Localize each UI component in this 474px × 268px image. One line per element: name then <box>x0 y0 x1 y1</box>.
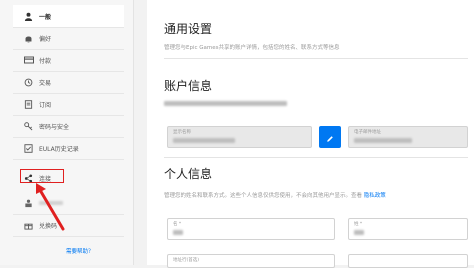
display-name-value <box>173 138 235 143</box>
general-settings-title: 通用设置 <box>164 22 213 36</box>
general-settings-desc: 管理您与Epic Games共享的账户详情，包括您的姓名、联系方式等信息 <box>164 45 340 51</box>
privacy-policy-link[interactable]: 隐私政策 <box>364 193 386 199</box>
divider <box>164 157 468 158</box>
display-name-label: 显示名称 <box>173 130 191 135</box>
personal-info-desc: 管理您的姓名和联系方式。这些个人信息仅供您使用，不会向其他用户显示。查看 隐私政… <box>164 191 386 199</box>
last-name-label: 姓 * <box>354 222 363 227</box>
edit-display-name-button[interactable] <box>319 126 341 148</box>
account-info-title: 账户信息 <box>164 79 213 93</box>
display-name-field[interactable]: 显示名称 <box>167 126 312 148</box>
email-value <box>354 138 412 143</box>
email-label: 电子邮件地址 <box>354 130 381 135</box>
email-field[interactable]: 电子邮件地址 <box>348 126 468 148</box>
personal-info-desc-text: 管理您的姓名和联系方式。这些个人信息仅供您使用，不会向其他用户显示。查看 <box>164 193 363 199</box>
address-field-2[interactable] <box>348 254 468 268</box>
first-name-label: 名 * <box>173 222 182 227</box>
personal-info-title: 个人信息 <box>164 167 213 181</box>
account-id-blurred <box>164 101 287 106</box>
annotation-arrow <box>36 183 65 231</box>
first-name-field[interactable]: 名 * <box>167 218 335 240</box>
address-field[interactable]: 地址行(首选) <box>167 254 335 268</box>
divider <box>164 58 468 59</box>
last-name-value <box>354 230 364 235</box>
last-name-field[interactable]: 姓 * <box>348 218 468 240</box>
pencil-icon <box>326 128 334 147</box>
first-name-value <box>173 230 183 235</box>
main-panel: 通用设置 管理您与Epic Games共享的账户详情，包括您的姓名、联系方式等信… <box>147 0 474 268</box>
address-label: 地址行(首选) <box>173 258 200 263</box>
